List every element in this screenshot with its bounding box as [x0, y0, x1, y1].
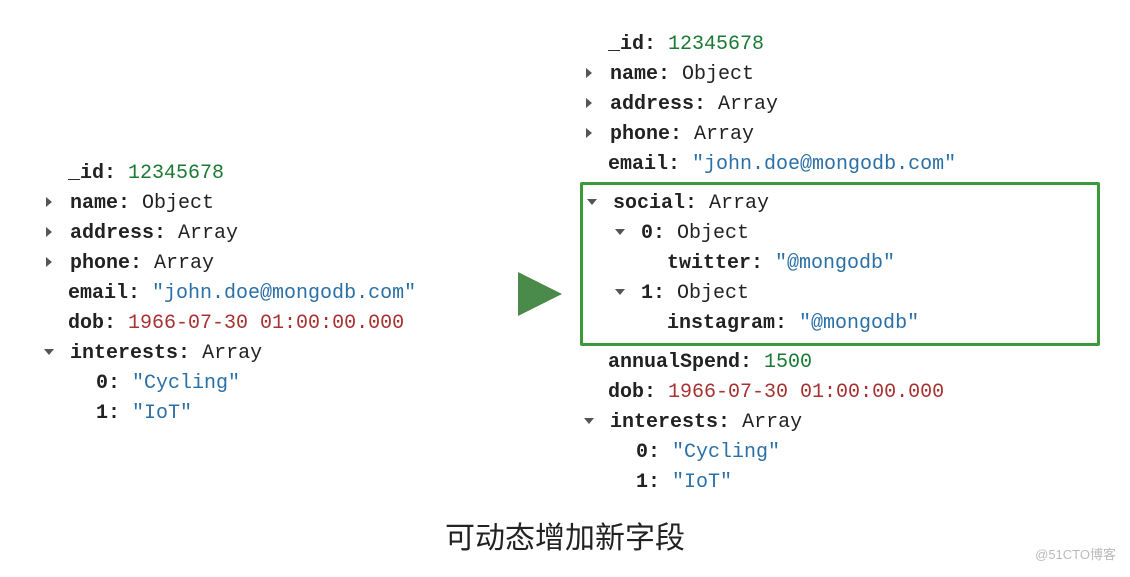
chevron-right-icon[interactable] [580, 68, 598, 78]
field-key: address: [610, 93, 706, 116]
field-type: Array [694, 123, 754, 146]
chevron-right-icon[interactable] [580, 98, 598, 108]
field-key: dob: [608, 381, 656, 404]
array-value: "Cycling" [672, 441, 780, 464]
field-row-interests: interests: Array [40, 339, 500, 369]
field-row-dob: dob: 1966-07-30 01:00:00.000 [40, 309, 500, 339]
field-key: _id: [608, 33, 656, 56]
field-key: twitter: [667, 252, 763, 275]
array-item: 1: "IoT" [40, 399, 500, 429]
array-item: 0: "Cycling" [40, 369, 500, 399]
left-document-tree: _id: 12345678 name: Object address: Arra… [40, 99, 500, 429]
field-key: annualSpend: [608, 351, 752, 374]
field-row-name: name: Object [580, 60, 1100, 90]
array-index: 0: [636, 441, 660, 464]
chevron-down-icon[interactable] [580, 416, 598, 426]
field-value: 12345678 [128, 162, 224, 185]
caption-text: 可动态增加新字段 [0, 513, 1130, 557]
field-key: email: [68, 282, 140, 305]
field-type: Object [682, 63, 754, 86]
field-row-name: name: Object [40, 189, 500, 219]
field-value: "john.doe@mongodb.com" [692, 153, 956, 176]
field-row-id: _id: 12345678 [40, 159, 500, 189]
field-type: Object [677, 222, 749, 245]
field-key: social: [613, 192, 697, 215]
field-value: "@mongodb" [799, 312, 919, 335]
chevron-right-icon[interactable] [40, 257, 58, 267]
array-index: 0: [641, 222, 665, 245]
array-item: 0: "Cycling" [580, 438, 1100, 468]
array-value: "IoT" [132, 402, 192, 425]
field-key: interests: [610, 411, 730, 434]
array-value: "IoT" [672, 471, 732, 494]
field-row-email: email: "john.doe@mongodb.com" [40, 279, 500, 309]
array-index: 1: [641, 282, 665, 305]
field-type: Object [142, 192, 214, 215]
right-document-tree: _id: 12345678 name: Object address: Arra… [580, 30, 1100, 498]
array-item: 1: Object [583, 279, 1097, 309]
field-key: email: [608, 153, 680, 176]
field-value: 1500 [764, 351, 812, 374]
field-type: Object [677, 282, 749, 305]
field-row-id: _id: 12345678 [580, 30, 1100, 60]
field-key: _id: [68, 162, 116, 185]
field-key: name: [70, 192, 130, 215]
array-value: "Cycling" [132, 372, 240, 395]
field-value: 12345678 [668, 33, 764, 56]
field-row-twitter: twitter: "@mongodb" [583, 249, 1097, 279]
arrow-right-icon [510, 264, 570, 324]
field-key: interests: [70, 342, 190, 365]
field-value: 1966-07-30 01:00:00.000 [668, 381, 944, 404]
field-row-dob: dob: 1966-07-30 01:00:00.000 [580, 378, 1100, 408]
field-row-email: email: "john.doe@mongodb.com" [580, 150, 1100, 180]
field-type: Array [178, 222, 238, 245]
transform-arrow [500, 204, 580, 324]
field-value: "@mongodb" [775, 252, 895, 275]
chevron-down-icon[interactable] [40, 347, 58, 357]
field-key: address: [70, 222, 166, 245]
field-type: Array [718, 93, 778, 116]
field-row-phone: phone: Array [580, 120, 1100, 150]
chevron-down-icon[interactable] [611, 227, 629, 237]
field-type: Array [202, 342, 262, 365]
chevron-right-icon[interactable] [580, 128, 598, 138]
field-row-address: address: Array [580, 90, 1100, 120]
field-type: Array [154, 252, 214, 275]
array-index: 1: [636, 471, 660, 494]
chevron-down-icon[interactable] [611, 287, 629, 297]
field-row-instagram: instagram: "@mongodb" [583, 309, 1097, 339]
array-index: 1: [96, 402, 120, 425]
chevron-right-icon[interactable] [40, 227, 58, 237]
field-key: instagram: [667, 312, 787, 335]
field-value: "john.doe@mongodb.com" [152, 282, 416, 305]
diagram-container: _id: 12345678 name: Object address: Arra… [0, 0, 1130, 577]
field-row-address: address: Array [40, 219, 500, 249]
field-value: 1966-07-30 01:00:00.000 [128, 312, 404, 335]
field-row-social: social: Array [583, 189, 1097, 219]
field-key: phone: [610, 123, 682, 146]
watermark-text: @51CTO博客 [1035, 544, 1116, 563]
field-row-annualspend: annualSpend: 1500 [580, 348, 1100, 378]
chevron-right-icon[interactable] [40, 197, 58, 207]
field-row-phone: phone: Array [40, 249, 500, 279]
array-index: 0: [96, 372, 120, 395]
field-type: Array [742, 411, 802, 434]
new-fields-highlight: social: Array 0: Object twitter: "@mongo… [580, 182, 1100, 346]
array-item: 1: "IoT" [580, 468, 1100, 498]
field-key: dob: [68, 312, 116, 335]
field-key: phone: [70, 252, 142, 275]
field-type: Array [709, 192, 769, 215]
chevron-down-icon[interactable] [583, 197, 601, 207]
field-key: name: [610, 63, 670, 86]
array-item: 0: Object [583, 219, 1097, 249]
field-row-interests: interests: Array [580, 408, 1100, 438]
